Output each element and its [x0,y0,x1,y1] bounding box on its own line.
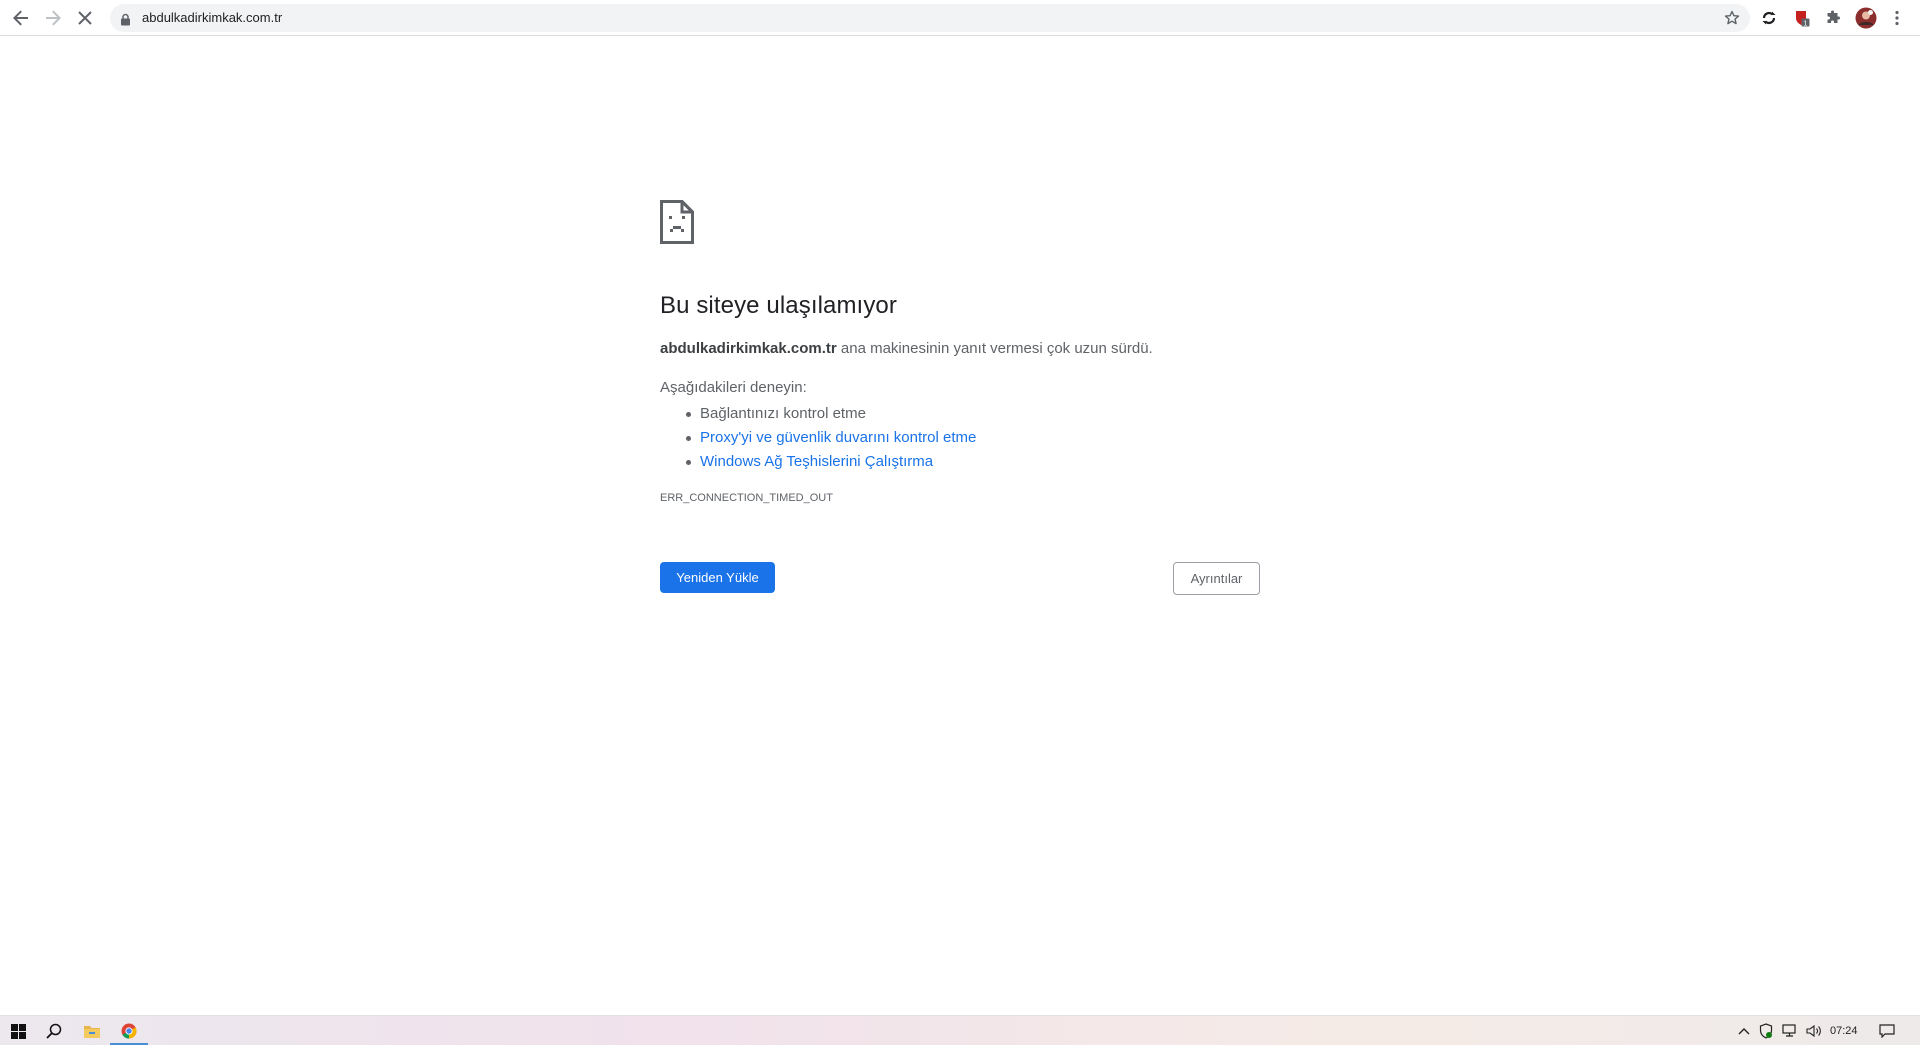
url-text[interactable]: abdulkadirkimkak.com.tr [142,4,282,32]
error-host: abdulkadirkimkak.com.tr [660,340,837,357]
suggestion-check-proxy-link[interactable]: Proxy'yi ve güvenlik duvarını kontrol et… [685,426,976,450]
bookmark-star-icon[interactable] [1724,10,1740,30]
volume-icon[interactable] [1805,1023,1823,1039]
extensions-puzzle-icon[interactable] [1822,7,1844,29]
reload-button[interactable]: Yeniden Yükle [660,562,775,593]
svg-text:1: 1 [1804,21,1808,28]
sad-document-icon [660,200,694,249]
security-shield-icon[interactable] [1757,1023,1775,1039]
network-icon[interactable] [1781,1023,1799,1039]
folder-icon [84,1026,100,1038]
details-button[interactable]: Ayrıntılar [1173,562,1260,595]
try-heading: Aşağıdakileri deneyin: [660,379,807,396]
browser-toolbar: abdulkadirkimkak.com.tr 1 [0,0,1920,36]
start-button[interactable] [0,1016,36,1046]
suggestion-check-connection: Bağlantınızı kontrol etme [685,402,976,426]
stop-loading-icon [78,11,92,25]
back-button[interactable] [8,5,34,31]
suggestion-network-diagnostics-link[interactable]: Windows Ağ Teşhislerini Çalıştırma [685,450,976,474]
chrome-icon [121,1023,137,1039]
file-explorer-button[interactable] [74,1016,110,1046]
stop-loading-button[interactable] [72,5,98,31]
notification-center-icon[interactable] [1878,1023,1896,1039]
profile-avatar[interactable] [1855,7,1877,29]
error-description-text: ana makinesinin yanıt vermesi çok uzun s… [836,340,1153,357]
search-button[interactable] [36,1016,72,1046]
lock-icon [120,11,131,30]
error-description: abdulkadirkimkak.com.tr ana makinesinin … [660,340,1153,357]
forward-button[interactable] [40,5,66,31]
search-icon [46,1023,62,1039]
menu-kebab-icon[interactable] [1886,7,1908,29]
taskbar-clock[interactable]: 07:24 [1830,1016,1858,1046]
windows-logo-icon [10,1023,26,1039]
taskbar: 07:24 [0,1015,1920,1045]
suggestion-list: Bağlantınızı kontrol etme Proxy'yi ve gü… [685,402,976,474]
error-code: ERR_CONNECTION_TIMED_OUT [660,492,833,504]
forward-icon [46,10,61,26]
shield-extension-icon[interactable]: 1 [1791,7,1813,29]
chrome-taskbar-button[interactable] [111,1016,147,1046]
error-title: Bu siteye ulaşılamıyor [660,292,897,319]
back-icon [13,10,28,26]
tray-overflow-chevron-icon[interactable] [1735,1023,1753,1039]
sync-extension-icon[interactable] [1758,7,1780,29]
address-bar[interactable]: abdulkadirkimkak.com.tr [110,4,1750,32]
